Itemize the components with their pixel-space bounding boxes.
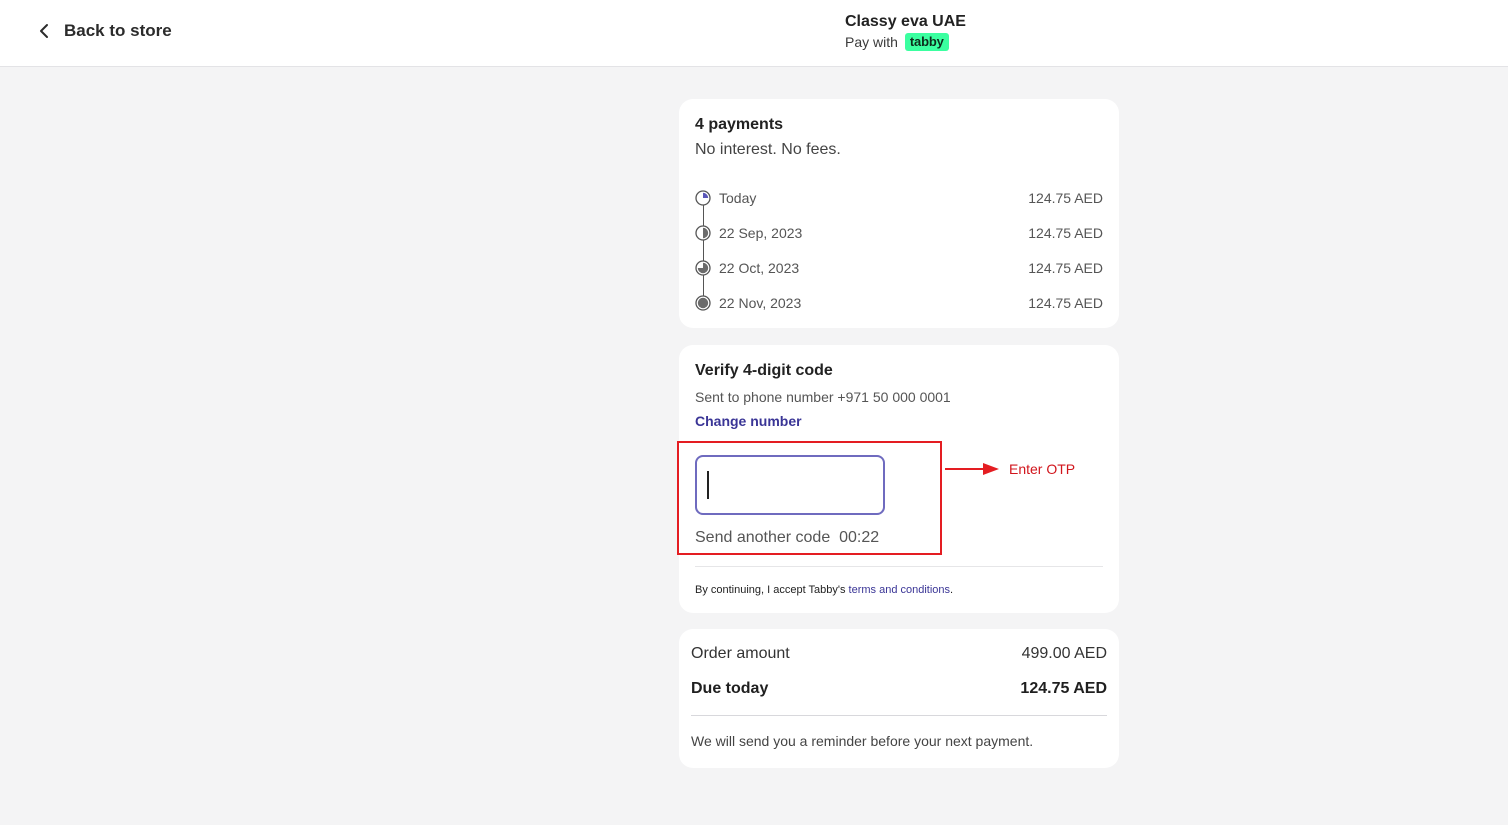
order-summary-card: Order amount 499.00 AED Due today 124.75… [679,629,1119,768]
verify-title: Verify 4-digit code [695,362,833,379]
installment-date: Today [719,190,757,206]
timeline-line [702,205,704,303]
installment-row: 22 Nov, 2023 124.75 AED [695,293,1103,313]
due-today-row: Due today 124.75 AED [691,678,1107,700]
back-to-store-label: Back to store [64,21,172,40]
installment-left: 22 Oct, 2023 [695,260,799,276]
back-to-store-link[interactable]: Back to store [38,18,172,44]
pie-progress-icon [695,190,711,206]
installment-left: 22 Nov, 2023 [695,295,801,311]
resend-timer: 00:22 [839,529,880,546]
installment-row: 22 Sep, 2023 124.75 AED [695,223,1103,243]
order-amount-label: Order amount [691,645,790,662]
enter-otp-annotation: Enter OTP [1009,461,1076,477]
order-amount-value: 499.00 AED [1021,645,1107,662]
installment-row: Today 124.75 AED [695,188,1103,208]
installment-amount: 124.75 AED [1028,190,1103,206]
payments-title: 4 payments [695,116,784,133]
terms-prefix: By continuing, I accept Tabby's [695,584,849,596]
chevron-left-icon [40,24,48,38]
verify-code-card: Verify 4-digit code Sent to phone number… [679,345,1119,613]
installment-left: Today [695,190,756,206]
payments-subtitle: No interest. No fees. [695,141,841,158]
due-today-label: Due today [691,680,769,697]
installment-date: 22 Oct, 2023 [719,260,800,276]
installment-date: 22 Nov, 2023 [719,295,802,311]
resend-code: Send another code 00:22 [695,529,879,547]
resend-code-label[interactable]: Send another code [695,529,830,546]
installment-amount: 124.75 AED [1028,225,1103,241]
change-number-link[interactable]: Change number [695,413,802,429]
installment-amount: 124.75 AED [1028,260,1103,276]
arrow-right-icon [945,463,999,475]
installment-amount: 124.75 AED [1028,295,1103,311]
terms-suffix: . [950,584,954,596]
otp-input[interactable] [695,455,885,515]
pie-progress-icon [695,295,711,311]
terms-link[interactable]: terms and conditions [849,584,951,596]
reminder-note: We will send you a reminder before your … [691,733,1034,749]
pay-with-label: Pay with [845,34,898,50]
merchant-name: Classy eva UAE [845,13,966,30]
pie-progress-icon [695,260,711,276]
tabby-logo: tabby [904,33,949,51]
terms-text: By continuing, I accept Tabby's terms an… [695,584,953,596]
sent-to-phone: Sent to phone number +971 50 000 0001 [695,389,951,405]
divider [695,566,1103,567]
installment-left: 22 Sep, 2023 [695,225,802,241]
due-today-value: 124.75 AED [1020,680,1107,697]
top-bar: Back to store Classy eva UAE Pay with ta… [0,0,1508,67]
pay-with: Pay with tabby [845,32,966,52]
installment-row: 22 Oct, 2023 124.75 AED [695,258,1103,278]
order-amount-row: Order amount 499.00 AED [691,643,1107,665]
merchant-header: Classy eva UAE Pay with tabby [845,12,966,52]
pie-progress-icon [695,225,711,241]
payment-plan-card: 4 payments No interest. No fees. Today 12… [679,99,1119,328]
divider [691,715,1107,716]
text-caret [707,471,709,499]
installment-date: 22 Sep, 2023 [719,225,803,241]
